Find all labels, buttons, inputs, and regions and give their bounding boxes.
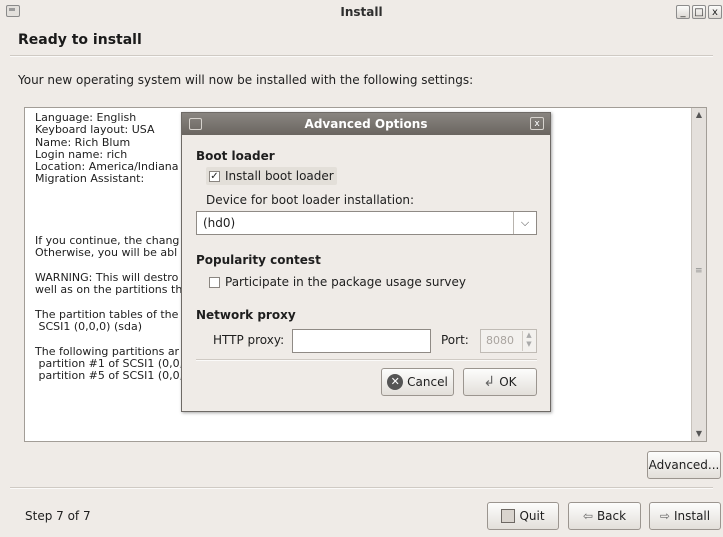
- back-label: Back: [596, 509, 627, 523]
- boot-device-label: Device for boot loader installation:: [206, 193, 415, 207]
- intro-text: Your new operating system will now be in…: [18, 73, 474, 87]
- network-proxy-heading: Network proxy: [196, 308, 296, 322]
- scroll-up-icon[interactable]: ▲: [692, 108, 706, 122]
- chevron-down-icon[interactable]: ⌵: [513, 212, 536, 234]
- cancel-button[interactable]: ✕ Cancel: [381, 368, 454, 396]
- summary-scrollbar[interactable]: ▲ ≡ ▼: [691, 108, 706, 441]
- cancel-icon: ✕: [387, 374, 404, 390]
- boot-loader-heading: Boot loader: [196, 149, 275, 163]
- ok-arrow-icon: ↲: [483, 374, 496, 390]
- scroll-grip-icon: ≡: [695, 266, 703, 276]
- quit-button[interactable]: Quit: [487, 502, 559, 530]
- page-title: Ready to install: [18, 32, 142, 48]
- install-boot-loader-label: Install boot loader: [225, 169, 334, 183]
- quit-icon: [501, 509, 516, 523]
- boot-device-value: (hd0): [203, 216, 236, 230]
- forward-arrow-icon: ⇨: [659, 509, 670, 523]
- port-label: Port:: [441, 333, 469, 347]
- boot-device-combobox[interactable]: (hd0) ⌵: [196, 211, 537, 235]
- participate-survey-label: Participate in the package usage survey: [225, 275, 466, 289]
- dialog-title: Advanced Options: [304, 117, 428, 131]
- dialog-titlebar: Advanced Options x: [182, 113, 550, 135]
- maximize-button[interactable]: □: [692, 5, 706, 19]
- install-label: Install: [673, 509, 711, 523]
- step-indicator: Step 7 of 7: [25, 509, 91, 523]
- dialog-button-divider: [196, 359, 537, 361]
- quit-label: Quit: [519, 509, 545, 523]
- back-arrow-icon: ⇦: [582, 509, 593, 523]
- popularity-contest-heading: Popularity contest: [196, 253, 321, 267]
- advanced-options-dialog: Advanced Options x Boot loader ✓ Install…: [181, 112, 551, 412]
- spin-arrows-icon[interactable]: ▲ ▼: [522, 331, 535, 351]
- ok-button[interactable]: ↲ OK: [463, 368, 537, 396]
- install-boot-loader-highlight: ✓ Install boot loader: [206, 167, 337, 185]
- install-boot-loader-checkbox[interactable]: ✓: [209, 170, 220, 182]
- participate-survey-row[interactable]: Participate in the package usage survey: [209, 275, 466, 289]
- install-button[interactable]: ⇨ Install: [649, 502, 721, 530]
- http-proxy-input[interactable]: [292, 329, 431, 353]
- install-boot-loader-row[interactable]: ✓ Install boot loader: [206, 167, 337, 185]
- header-divider: [10, 55, 713, 57]
- ok-label: OK: [499, 375, 517, 389]
- port-value: 8080: [486, 334, 514, 347]
- participate-survey-checkbox[interactable]: [209, 276, 220, 288]
- window-titlebar: Install _ □ x: [0, 0, 723, 26]
- advanced-label: Advanced...: [648, 458, 720, 472]
- http-proxy-label: HTTP proxy:: [213, 333, 285, 347]
- port-spinbutton[interactable]: 8080 ▲ ▼: [480, 329, 537, 353]
- minimize-button[interactable]: _: [676, 5, 690, 19]
- close-window-button[interactable]: x: [708, 5, 722, 19]
- window-title: Install: [340, 5, 383, 19]
- back-button[interactable]: ⇦ Back: [568, 502, 641, 530]
- advanced-button[interactable]: Advanced...: [647, 451, 721, 479]
- footer-divider: [10, 487, 713, 489]
- dialog-close-button[interactable]: x: [530, 117, 544, 130]
- cancel-label: Cancel: [407, 375, 448, 389]
- scroll-down-icon[interactable]: ▼: [692, 427, 706, 441]
